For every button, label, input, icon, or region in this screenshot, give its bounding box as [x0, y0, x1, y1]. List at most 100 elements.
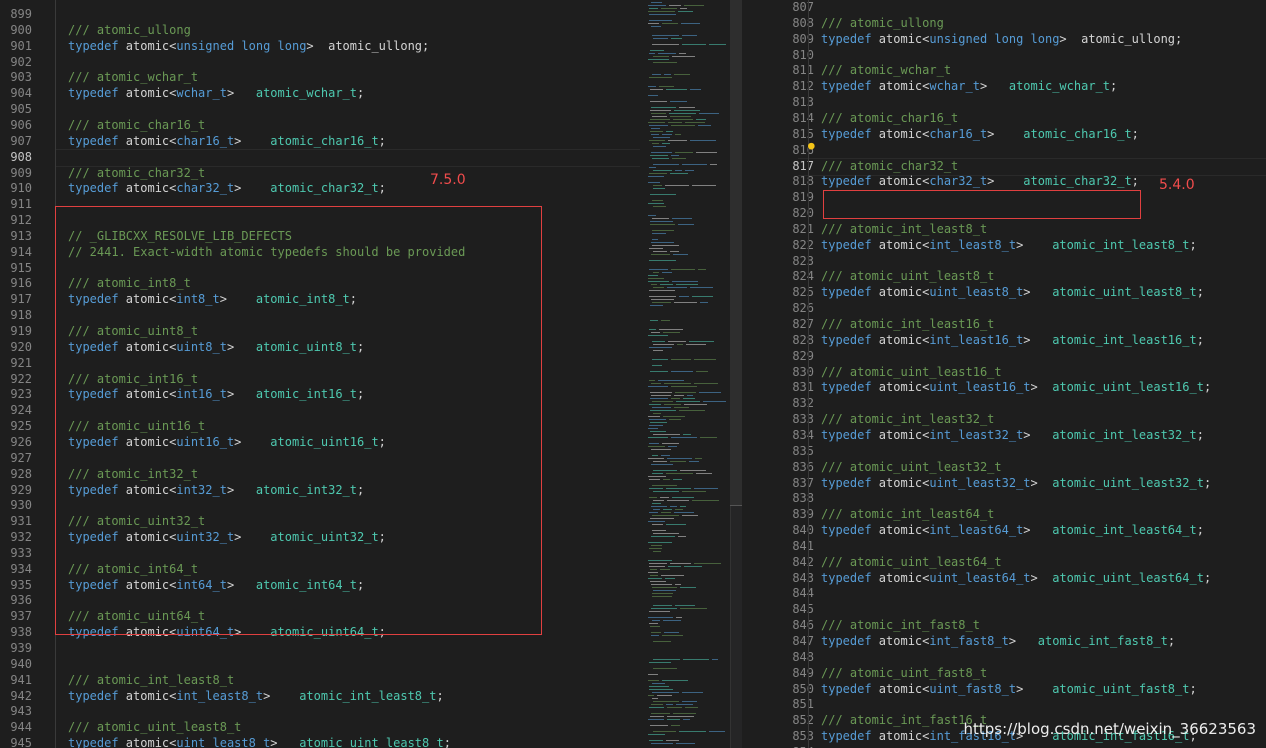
- code-token: >: [1023, 427, 1053, 442]
- code-line[interactable]: /// atomic_uint_least8_t: [68, 719, 241, 735]
- code-line[interactable]: typedef atomic<uint_least16_t> atomic_ui…: [821, 379, 1211, 395]
- code-token: typedef: [821, 332, 872, 347]
- code-token: wchar_t: [176, 86, 227, 101]
- line-number: 840: [792, 523, 814, 538]
- line-number: 908: [10, 149, 32, 164]
- line-number: 937: [10, 609, 32, 624]
- line-number: 814: [792, 110, 814, 125]
- code-token: typedef: [821, 380, 872, 395]
- code-token: int_least16_t: [929, 332, 1024, 347]
- line-number: 942: [10, 688, 32, 703]
- code-line[interactable]: typedef atomic<int_least64_t> atomic_int…: [821, 522, 1204, 538]
- code-line[interactable]: /// atomic_int_least16_t: [821, 316, 994, 332]
- line-number: 842: [792, 554, 814, 569]
- line-number: 853: [792, 729, 814, 744]
- code-token: atomic_uint_least16_t: [1052, 380, 1204, 395]
- line-number: 932: [10, 530, 32, 545]
- line-number: 945: [10, 736, 32, 748]
- code-line[interactable]: typedef atomic<uint_least8_t> atomic_uin…: [821, 284, 1204, 300]
- code-line[interactable]: /// atomic_uint_fast8_t: [821, 665, 987, 681]
- code-line[interactable]: typedef atomic<char32_t> atomic_char32_t…: [821, 173, 1139, 189]
- code-line[interactable]: /// atomic_int_fast16_t: [821, 712, 987, 728]
- line-number: 933: [10, 545, 32, 560]
- line-number: 839: [792, 507, 814, 522]
- code-token: atomic<: [871, 681, 930, 696]
- code-token: int_least8_t: [176, 688, 264, 703]
- right-editor-pane[interactable]: 807 808 809 810 811 812 813 814 815 816 817 818 819 8…: [742, 0, 1266, 748]
- code-line[interactable]: typedef atomic<uint_fast8_t> atomic_uint…: [821, 681, 1197, 697]
- code-line[interactable]: typedef atomic<char16_t> atomic_char16_t…: [68, 133, 386, 149]
- code-line[interactable]: typedef atomic<char32_t> atomic_char32_t…: [68, 180, 386, 196]
- code-line[interactable]: typedef atomic<wchar_t> atomic_wchar_t;: [68, 85, 364, 101]
- code-token: /// atomic_wchar_t: [821, 63, 952, 78]
- code-line[interactable]: typedef atomic<int_least8_t> atomic_int_…: [68, 688, 444, 704]
- code-token: char16_t: [176, 133, 235, 148]
- code-line[interactable]: typedef atomic<uint_least64_t> atomic_ui…: [821, 570, 1211, 586]
- line-number: 830: [792, 364, 814, 379]
- line-number: 848: [792, 649, 814, 664]
- code-token: wchar_t: [929, 79, 980, 94]
- code-line[interactable]: typedef atomic<int_least8_t> atomic_int_…: [821, 237, 1197, 253]
- code-line[interactable]: /// atomic_uint_least64_t: [821, 554, 1002, 570]
- code-line[interactable]: typedef atomic<int_fast8_t> atomic_int_f…: [821, 633, 1175, 649]
- code-line[interactable]: typedef atomic<char16_t> atomic_char16_t…: [821, 126, 1139, 142]
- line-number: 819: [792, 190, 814, 205]
- code-line[interactable]: /// atomic_wchar_t: [68, 69, 198, 85]
- code-line[interactable]: /// atomic_int_fast8_t: [821, 617, 980, 633]
- left-highlight-box: [55, 206, 542, 635]
- code-token: unsigned long long: [929, 31, 1060, 46]
- code-line[interactable]: typedef atomic<int_least32_t> atomic_int…: [821, 427, 1204, 443]
- line-number: 913: [10, 228, 32, 243]
- lightbulb-icon[interactable]: ●: [808, 139, 815, 152]
- code-token: atomic<: [871, 634, 930, 648]
- code-token: atomic<: [118, 86, 177, 101]
- watermark: https://blog.csdn.net/weixin_36623563: [963, 720, 1256, 738]
- code-line[interactable]: typedef atomic<unsigned long long> atomi…: [821, 31, 1182, 47]
- code-line[interactable]: /// atomic_char16_t: [68, 117, 205, 133]
- code-token: ;: [1203, 570, 1212, 585]
- code-line[interactable]: /// atomic_uint_least8_t: [821, 268, 994, 284]
- scrollbar-thumb[interactable]: [730, 0, 742, 506]
- line-number: 846: [792, 618, 814, 633]
- code-token: uint_least16_t: [929, 380, 1031, 395]
- code-line[interactable]: typedef atomic<uint_least32_t> atomic_ui…: [821, 475, 1211, 491]
- code-line[interactable]: typedef atomic<unsigned long long> atomi…: [68, 38, 429, 54]
- left-editor-pane[interactable]: 899 900 901 902 903 904 905 906 907 908 909 910 911 9…: [0, 0, 640, 748]
- code-line[interactable]: /// atomic_uint_least16_t: [821, 364, 1002, 380]
- code-line[interactable]: /// atomic_uint_least32_t: [821, 459, 1002, 475]
- code-token: >: [1008, 634, 1038, 648]
- code-token: typedef: [821, 681, 872, 696]
- line-number: 940: [10, 656, 32, 671]
- line-number: 838: [792, 491, 814, 506]
- line-number: 820: [792, 206, 814, 221]
- code-line[interactable]: typedef atomic<wchar_t> atomic_wchar_t;: [821, 78, 1117, 94]
- minimap[interactable]: [640, 0, 730, 748]
- code-token: ;: [1196, 427, 1204, 442]
- code-token: typedef: [821, 285, 872, 300]
- line-number: 849: [792, 665, 814, 680]
- code-token: ;: [436, 688, 444, 703]
- code-token: atomic<: [118, 38, 177, 53]
- code-line[interactable]: /// atomic_int_least8_t: [821, 221, 987, 237]
- code-line[interactable]: /// atomic_int_least32_t: [821, 411, 994, 427]
- code-token: ;: [1110, 79, 1118, 94]
- code-token: typedef: [68, 86, 119, 101]
- code-token: atomic<: [118, 133, 177, 148]
- line-number: 844: [792, 586, 814, 601]
- code-line[interactable]: /// atomic_ullong: [821, 15, 944, 31]
- code-token: /// atomic_uint_least16_t: [821, 364, 1002, 379]
- line-number: 902: [10, 54, 32, 69]
- code-token: /// atomic_wchar_t: [68, 70, 199, 85]
- code-line[interactable]: /// atomic_char16_t: [821, 110, 958, 126]
- code-token: >: [987, 174, 1024, 189]
- code-line[interactable]: typedef atomic<uint_least8_t> atomic_uin…: [68, 735, 451, 748]
- code-line[interactable]: /// atomic_char32_t: [68, 165, 205, 181]
- code-line[interactable]: /// atomic_int_least8_t: [68, 672, 234, 688]
- code-line[interactable]: /// atomic_char32_t: [821, 158, 958, 174]
- code-line[interactable]: typedef atomic<int_least16_t> atomic_int…: [821, 332, 1204, 348]
- code-line[interactable]: /// atomic_ullong: [68, 22, 191, 38]
- code-line[interactable]: /// atomic_int_least64_t: [821, 506, 994, 522]
- code-token: atomic_int_fast8_t: [1037, 634, 1168, 648]
- line-number: 927: [10, 450, 32, 465]
- code-line[interactable]: /// atomic_wchar_t: [821, 62, 951, 78]
